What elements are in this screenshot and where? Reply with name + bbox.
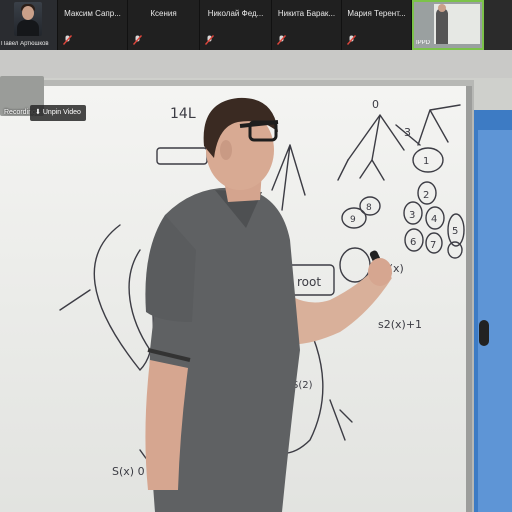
participant-tile-active[interactable]: IPPD [412,0,484,50]
muted-mic-icon [347,35,356,45]
muted-mic-icon [133,35,142,45]
participant-tile[interactable]: Ксения [128,0,200,50]
participant-tile[interactable]: Павел Артюшков [0,0,58,50]
participant-tile[interactable]: Максим Сапр... [58,0,128,50]
participant-strip: Павел Артюшков Максим Сапр... Ксения Ник… [0,0,512,50]
participant-name: Николай Фед... [207,9,264,18]
muted-mic-icon [205,35,214,45]
muted-mic-icon [63,35,72,45]
participant-name: Никита Барак... [277,9,336,18]
avatar [14,2,42,36]
strip-edge [484,0,512,50]
participant-name: Ксения [150,9,177,18]
participant-tile[interactable]: Николай Фед... [200,0,272,50]
participant-tile[interactable]: Никита Барак... [272,0,342,50]
unpin-video-label: Unpin Video [42,109,81,116]
participant-name: Павел Артюшков [1,41,49,47]
participant-name: Максим Сапр... [64,9,121,18]
participant-tile[interactable]: Мария Терент... [342,0,412,50]
participant-name: Мария Терент... [347,9,406,18]
main-video[interactable]: 14L root s2(x) s2(x)+1 S(2) S(x) 0 0 3 1… [0,50,512,512]
unpin-video-button[interactable]: ⬇ Unpin Video [30,105,86,121]
participant-name: IPPD [416,40,431,46]
download-arrow-icon: ⬇ [35,109,41,116]
muted-mic-icon [277,35,286,45]
